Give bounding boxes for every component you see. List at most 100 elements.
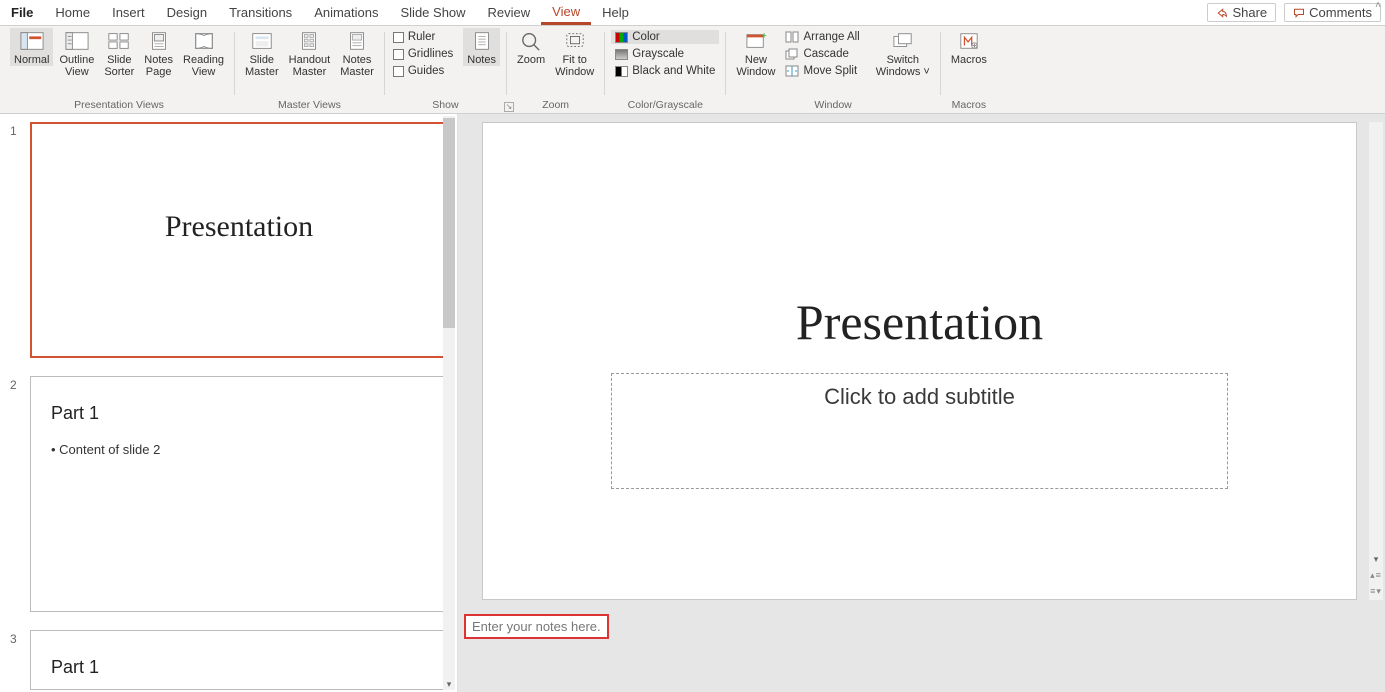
thumb-title: Presentation: [32, 210, 446, 244]
slide-thumbnail-1[interactable]: Presentation: [30, 122, 448, 358]
handout-master-label: HandoutMaster: [289, 54, 331, 78]
tab-transitions[interactable]: Transitions: [218, 0, 303, 25]
tab-design[interactable]: Design: [156, 0, 218, 25]
tab-animations[interactable]: Animations: [303, 0, 389, 25]
prev-slide-button[interactable]: ▴≡: [1370, 570, 1382, 581]
editor-scrollbar-track[interactable]: [1369, 122, 1383, 600]
outline-label: OutlineView: [59, 54, 94, 78]
handout-master-button[interactable]: HandoutMaster: [285, 28, 335, 78]
macros-label: Macros: [951, 54, 987, 66]
slide-master-label: SlideMaster: [245, 54, 279, 78]
notes-page-label: NotesPage: [144, 54, 173, 78]
ribbon: Normal OutlineView SlideSorter NotesPage…: [0, 26, 1385, 114]
group-label: Show↘: [391, 97, 500, 113]
macros-button[interactable]: Macros: [947, 28, 991, 66]
group-label: Presentation Views: [10, 97, 228, 113]
gridlines-checkbox[interactable]: Gridlines: [391, 47, 455, 61]
reading-label: ReadingView: [183, 54, 224, 78]
group-macros: Macros Macros: [941, 26, 997, 113]
reading-view-icon: [192, 31, 216, 51]
outline-view-icon: [65, 31, 89, 51]
notes-master-button[interactable]: NotesMaster: [336, 28, 378, 78]
gray-label: Grayscale: [632, 48, 684, 60]
thumbs-scroll-down[interactable]: ▾: [443, 678, 455, 690]
notes-page-button[interactable]: NotesPage: [140, 28, 177, 78]
notes-toggle-button[interactable]: Notes: [463, 28, 500, 66]
tab-view[interactable]: View: [541, 0, 591, 25]
tab-slideshow[interactable]: Slide Show: [390, 0, 477, 25]
slide-thumbnail-3[interactable]: Part 1: [30, 630, 448, 690]
notes-master-label: NotesMaster: [340, 54, 374, 78]
fit-window-icon: [563, 31, 587, 51]
bw-button[interactable]: Black and White: [611, 64, 719, 78]
slide-sorter-button[interactable]: SlideSorter: [100, 28, 138, 78]
grayscale-button[interactable]: Grayscale: [611, 47, 719, 61]
slide-thumbnails-pane: 1 Presentation 2 Part 1 • Content of sli…: [0, 114, 458, 692]
color-label: Color: [632, 31, 659, 43]
move-split-icon: [785, 65, 799, 77]
collapse-ribbon-button[interactable]: ˄: [1371, 0, 1385, 14]
group-show: Ruler Gridlines Guides Notes Show↘: [385, 26, 506, 113]
share-icon: [1216, 7, 1228, 19]
cascade-label: Cascade: [803, 48, 848, 60]
outline-view-button[interactable]: OutlineView: [55, 28, 98, 78]
group-window: + NewWindow Arrange All Cascade Move Spl…: [726, 26, 940, 113]
slide-editor-pane: Presentation Click to add subtitle ▴ ▾ ▴…: [458, 114, 1385, 692]
group-zoom: Zoom Fit toWindow Zoom: [507, 26, 604, 113]
group-color: Color Grayscale Black and White Color/Gr…: [605, 26, 725, 113]
editor-scroll-down[interactable]: ▾: [1369, 552, 1383, 566]
switch-label: SwitchWindows ˅: [876, 54, 930, 78]
comment-icon: [1293, 7, 1305, 19]
slide-number: 2: [10, 378, 17, 392]
slide-sorter-icon: [107, 31, 131, 51]
notes-input[interactable]: Enter your notes here.: [464, 614, 609, 639]
thumbs-scrollbar-thumb[interactable]: [443, 118, 455, 328]
thumb-bullet: • Content of slide 2: [51, 442, 447, 457]
subtitle-placeholder-box[interactable]: Click to add subtitle: [611, 373, 1228, 489]
group-label: Zoom: [513, 97, 598, 113]
thumb-heading: Part 1: [51, 403, 447, 424]
normal-view-button[interactable]: Normal: [10, 28, 53, 66]
guides-label: Guides: [408, 65, 444, 77]
tab-help[interactable]: Help: [591, 0, 640, 25]
switch-windows-button[interactable]: SwitchWindows ˅: [872, 28, 934, 78]
comments-button[interactable]: Comments: [1284, 3, 1381, 22]
group-master-views: SlideMaster HandoutMaster NotesMaster Ma…: [235, 26, 384, 113]
share-label: Share: [1232, 5, 1267, 20]
new-window-button[interactable]: + NewWindow: [732, 28, 779, 78]
slide-number: 3: [10, 632, 17, 646]
tab-home[interactable]: Home: [44, 0, 101, 25]
switch-windows-icon: [891, 31, 915, 51]
color-button[interactable]: Color: [611, 30, 719, 44]
zoom-button[interactable]: Zoom: [513, 28, 549, 66]
tab-file[interactable]: File: [0, 0, 44, 25]
reading-view-button[interactable]: ReadingView: [179, 28, 228, 78]
arrange-all-button[interactable]: Arrange All: [781, 30, 863, 44]
ruler-label: Ruler: [408, 31, 435, 43]
guides-checkbox[interactable]: Guides: [391, 64, 455, 78]
cascade-button[interactable]: Cascade: [781, 47, 863, 61]
slide-master-icon: [250, 31, 274, 51]
notes-page-icon: [147, 31, 171, 51]
fit-window-button[interactable]: Fit toWindow: [551, 28, 598, 78]
notes-icon: [470, 31, 494, 51]
new-window-label: NewWindow: [736, 54, 775, 78]
ruler-checkbox[interactable]: Ruler: [391, 30, 455, 44]
group-label: Master Views: [241, 97, 378, 113]
tab-review[interactable]: Review: [477, 0, 542, 25]
new-window-icon: +: [744, 31, 768, 51]
slide-canvas[interactable]: Presentation Click to add subtitle: [482, 122, 1357, 600]
svg-text:+: +: [761, 31, 766, 40]
bw-label: Black and White: [632, 65, 715, 77]
share-button[interactable]: Share: [1207, 3, 1276, 22]
slide-thumbnail-2[interactable]: Part 1 • Content of slide 2: [30, 376, 448, 612]
tab-insert[interactable]: Insert: [101, 0, 156, 25]
slide-master-button[interactable]: SlideMaster: [241, 28, 283, 78]
move-split-button[interactable]: Move Split: [781, 64, 863, 78]
arrange-icon: [785, 31, 799, 43]
handout-master-icon: [297, 31, 321, 51]
next-slide-button[interactable]: ≡▾: [1370, 586, 1382, 597]
subtitle-placeholder-text: Click to add subtitle: [824, 384, 1015, 410]
zoom-icon: [519, 31, 543, 51]
slide-title[interactable]: Presentation: [483, 293, 1356, 351]
